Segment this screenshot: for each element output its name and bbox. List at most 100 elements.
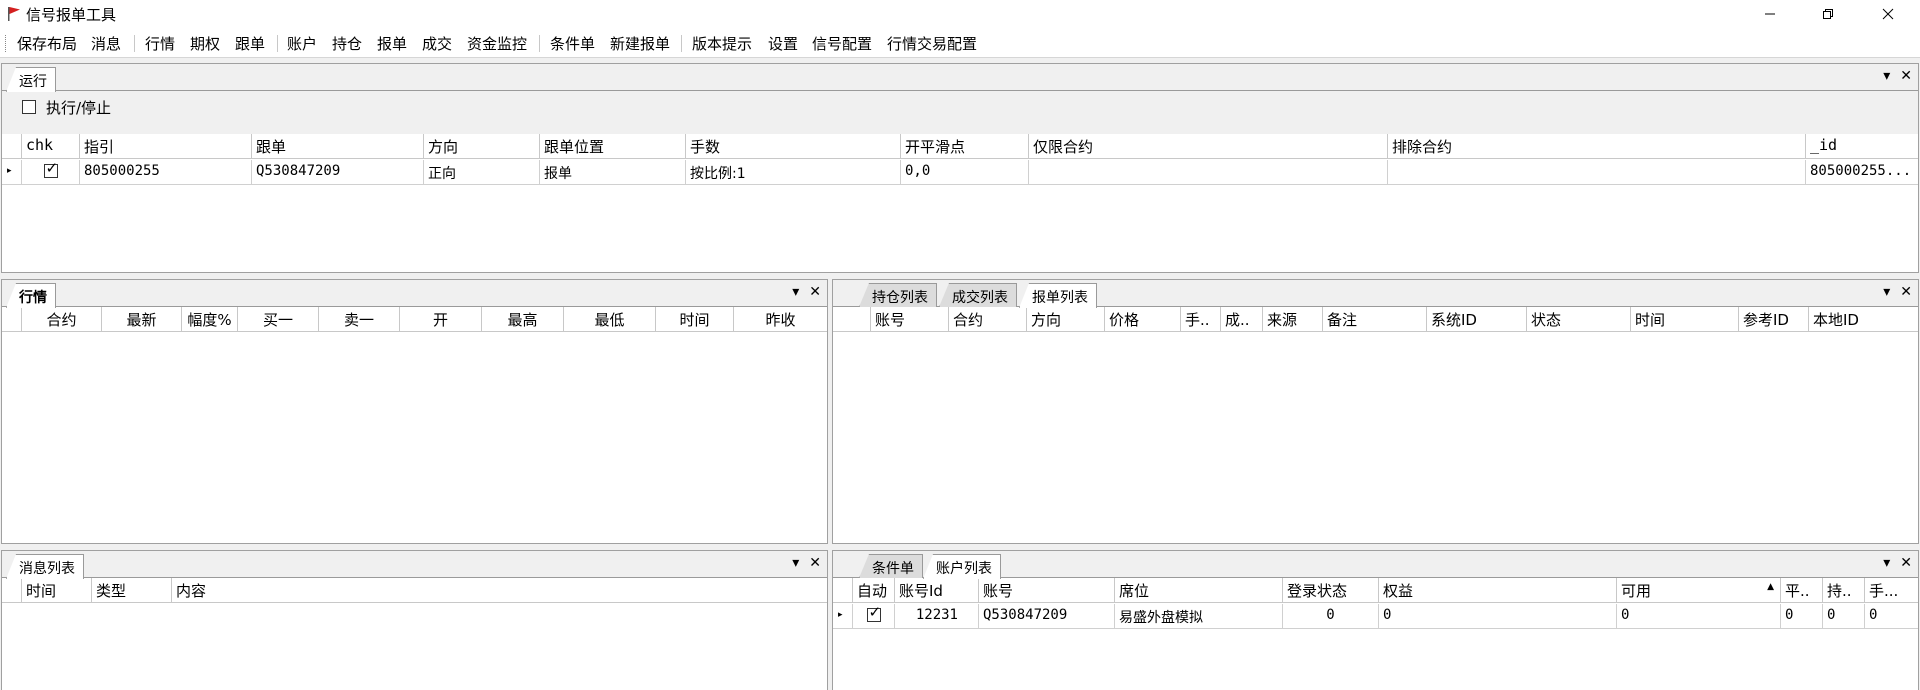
tab-trades[interactable]: 成交列表	[939, 283, 1017, 307]
panel-dropdown-icon[interactable]: ▾	[792, 555, 799, 571]
menu-condition-order[interactable]: 条件单	[550, 33, 595, 54]
col-auto[interactable]: 自动	[853, 578, 895, 603]
col-login-status[interactable]: 登录状态	[1283, 578, 1379, 603]
col-hold[interactable]: 持..	[1823, 578, 1865, 603]
market-grid-header: 合约 最新 幅度% 买一 卖一 开 最高 最低 时间 昨收	[2, 307, 827, 332]
panel-dropdown-icon[interactable]: ▾	[1883, 284, 1890, 300]
col-account-id[interactable]: 账号Id	[895, 578, 979, 603]
col-chk[interactable]: chk	[22, 134, 80, 159]
auto-checkbox[interactable]: ✓	[866, 604, 881, 622]
col-seat[interactable]: 席位	[1115, 578, 1283, 603]
tab-market[interactable]: 行情	[6, 283, 56, 308]
col-high[interactable]: 最高	[482, 307, 564, 332]
toolbar-grip[interactable]	[5, 35, 8, 52]
col-time[interactable]: 时间	[1631, 307, 1739, 332]
col-exclude-contracts[interactable]: 排除合约	[1388, 134, 1806, 159]
panel-dropdown-icon[interactable]: ▾	[1883, 68, 1890, 84]
col-time[interactable]: 时间	[656, 307, 734, 332]
menu-save-layout[interactable]: 保存布局	[17, 33, 77, 54]
col-status[interactable]: 状态	[1527, 307, 1631, 332]
menu-options[interactable]: 期权	[190, 33, 220, 54]
menu-account[interactable]: 账户	[287, 33, 317, 54]
col-follow-position[interactable]: 跟单位置	[540, 134, 686, 159]
col-direction[interactable]: 方向	[424, 134, 540, 159]
col-account[interactable]: 账号	[871, 307, 949, 332]
col-equity[interactable]: 权益	[1379, 578, 1617, 603]
auto-cell[interactable]: ✓	[853, 604, 895, 629]
menu-version-info[interactable]: 版本提示	[692, 33, 752, 54]
chk-cell[interactable]: ✓	[22, 160, 80, 185]
menu-market[interactable]: 行情	[145, 33, 175, 54]
col-id[interactable]: _id	[1806, 134, 1918, 159]
col-bid1[interactable]: 买一	[238, 307, 319, 332]
panel-dropdown-icon[interactable]: ▾	[1883, 555, 1890, 571]
tab-condition-orders[interactable]: 条件单	[859, 554, 923, 578]
menu-follow[interactable]: 跟单	[235, 33, 265, 54]
restore-icon	[1823, 9, 1833, 19]
menu-trade[interactable]: 成交	[422, 33, 452, 54]
menu-position[interactable]: 持仓	[332, 33, 362, 54]
col-guide[interactable]: 指引	[80, 134, 252, 159]
tab-orders[interactable]: 报单列表	[1019, 283, 1097, 308]
menu-market-trade-config[interactable]: 行情交易配置	[887, 33, 977, 54]
col-change-pct[interactable]: 幅度%	[182, 307, 238, 332]
col-filled[interactable]: 成..	[1221, 307, 1263, 332]
panel-close-icon[interactable]: ✕	[809, 284, 821, 300]
col-available[interactable]: 可用 ▲	[1617, 578, 1781, 603]
col-last[interactable]: 最新	[102, 307, 182, 332]
cell-seat: 易盛外盘模拟	[1115, 604, 1283, 629]
col-prev-close[interactable]: 昨收	[734, 307, 827, 332]
menu-signal-config[interactable]: 信号配置	[812, 33, 872, 54]
tab-account-list[interactable]: 账户列表	[923, 554, 1001, 579]
cell-follow: Q530847209	[252, 160, 424, 185]
col-lots[interactable]: 手数	[686, 134, 901, 159]
row-checkbox[interactable]: ✓	[43, 160, 58, 178]
cell-lots: 按比例:1	[686, 160, 901, 185]
col-open[interactable]: 开	[400, 307, 482, 332]
col-type[interactable]: 类型	[92, 578, 172, 603]
tab-run[interactable]: 运行	[6, 67, 56, 92]
menu-settings[interactable]: 设置	[768, 33, 798, 54]
col-follow[interactable]: 跟单	[252, 134, 424, 159]
col-price[interactable]: 价格	[1105, 307, 1181, 332]
col-contract[interactable]: 合约	[949, 307, 1027, 332]
minimize-button[interactable]	[1742, 0, 1798, 28]
menu-new-order[interactable]: 新建报单	[610, 33, 670, 54]
col-fee[interactable]: 手...	[1865, 578, 1918, 603]
col-time[interactable]: 时间	[22, 578, 92, 603]
menu-messages[interactable]: 消息	[91, 33, 121, 54]
col-source[interactable]: 来源	[1263, 307, 1323, 332]
table-row[interactable]: ▸ ✓ 805000255 Q530847209 正向 报单 按比例:1 0,0…	[2, 160, 1918, 185]
panel-close-icon[interactable]: ✕	[1900, 68, 1912, 84]
maximize-button[interactable]	[1800, 0, 1856, 28]
panel-close-icon[interactable]: ✕	[809, 555, 821, 571]
col-lots[interactable]: 手..	[1181, 307, 1221, 332]
col-low[interactable]: 最低	[564, 307, 656, 332]
cell-available: 0	[1617, 604, 1781, 629]
row-header-spacer	[2, 134, 22, 159]
menu-bar: 保存布局 消息 行情 期权 跟单 账户 持仓 报单 成交 资金监控 条件单 新建…	[0, 28, 1920, 58]
col-only-contracts[interactable]: 仅限合约	[1029, 134, 1388, 159]
close-button[interactable]	[1860, 0, 1916, 28]
panel-close-icon[interactable]: ✕	[1900, 555, 1912, 571]
col-account[interactable]: 账号	[979, 578, 1115, 603]
tab-positions[interactable]: 持仓列表	[859, 283, 937, 307]
col-local-id[interactable]: 本地ID	[1809, 307, 1918, 332]
col-content[interactable]: 内容	[172, 578, 827, 603]
col-slippage[interactable]: 开平滑点	[901, 134, 1029, 159]
menu-fund-monitor[interactable]: 资金监控	[467, 33, 527, 54]
run-stop-checkbox[interactable]	[22, 100, 36, 114]
col-direction[interactable]: 方向	[1027, 307, 1105, 332]
col-ask1[interactable]: 卖一	[319, 307, 400, 332]
col-contract[interactable]: 合约	[22, 307, 102, 332]
red-flag-icon	[8, 7, 20, 21]
table-row[interactable]: ▸ ✓ 12231 Q530847209 易盛外盘模拟 0 0 0 0 0 0	[833, 604, 1918, 629]
panel-dropdown-icon[interactable]: ▾	[792, 284, 799, 300]
col-system-id[interactable]: 系统ID	[1427, 307, 1527, 332]
tab-message-list[interactable]: 消息列表	[6, 554, 84, 579]
col-ref-id[interactable]: 参考ID	[1739, 307, 1809, 332]
col-close[interactable]: 平..	[1781, 578, 1823, 603]
col-remark[interactable]: 备注	[1323, 307, 1427, 332]
panel-close-icon[interactable]: ✕	[1900, 284, 1912, 300]
menu-order[interactable]: 报单	[377, 33, 407, 54]
